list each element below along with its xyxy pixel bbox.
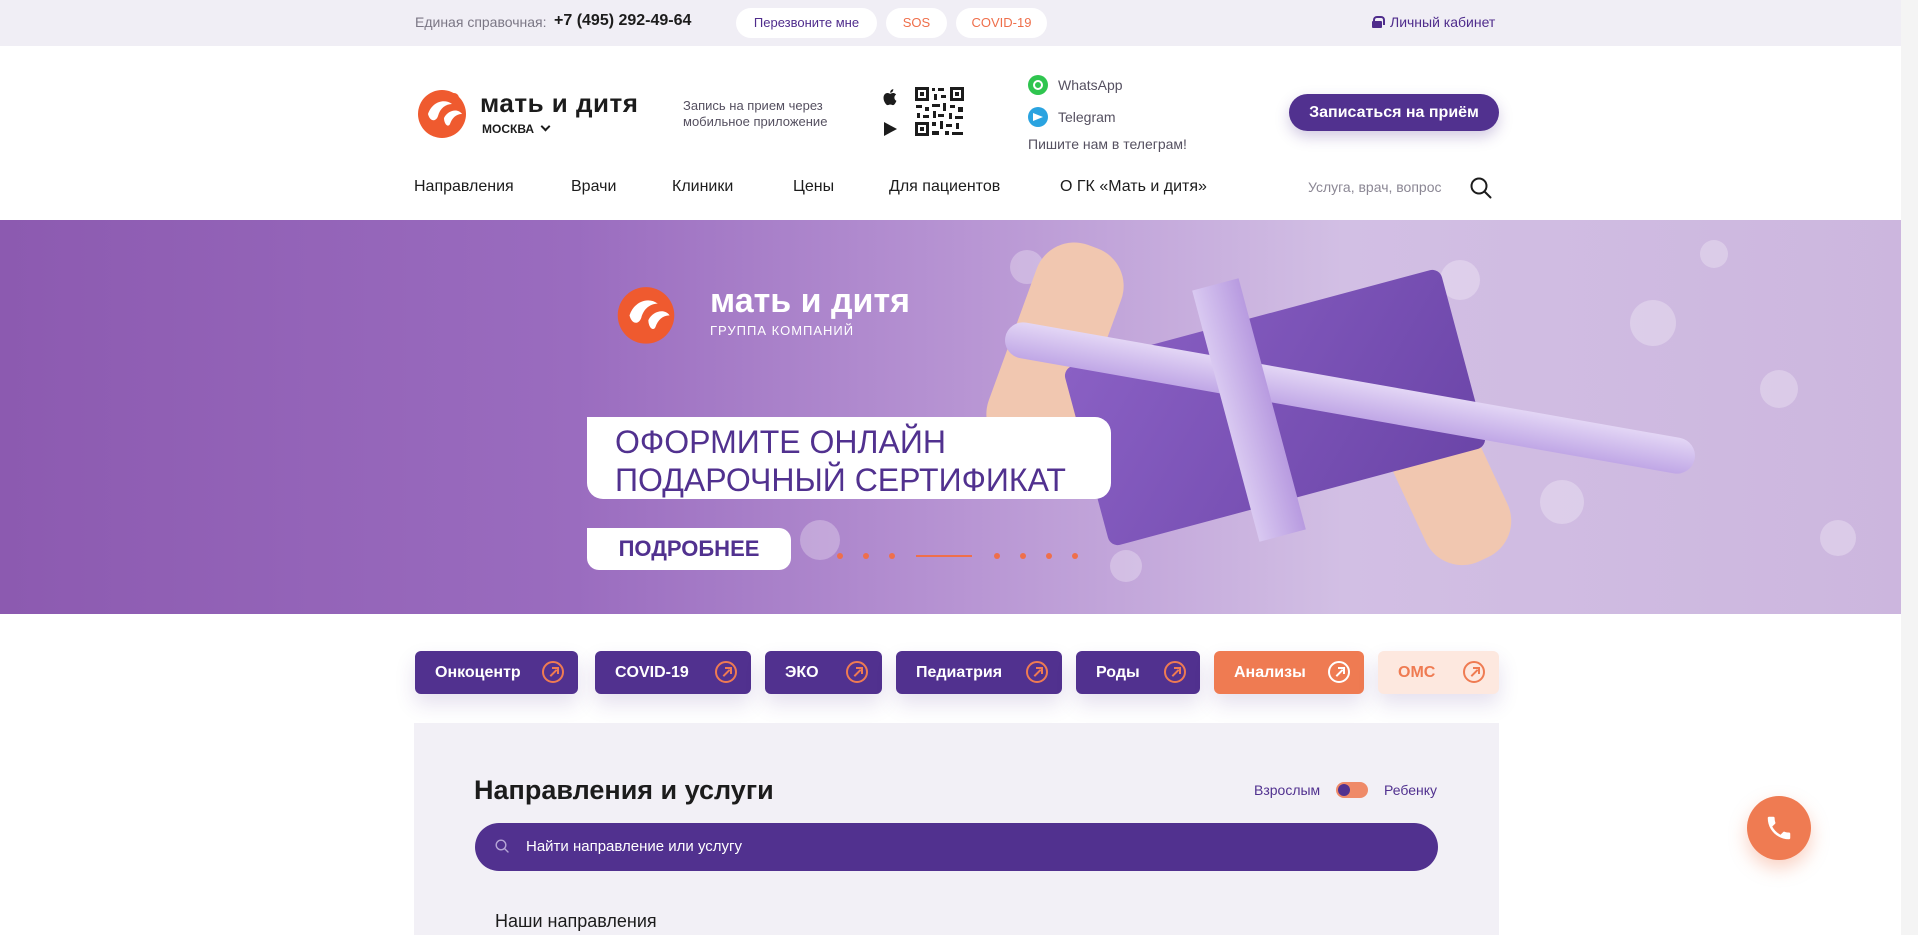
category-label: ОМС [1398, 664, 1436, 681]
banner-logo-subtitle: ГРУППА КОМПАНИЙ [710, 323, 855, 338]
phone-icon [1767, 816, 1791, 840]
toggle-adult-label[interactable]: Взрослым [1254, 782, 1320, 798]
category-births-button[interactable]: Роды [1076, 651, 1200, 694]
directions-subtitle: Наши направления [495, 911, 657, 931]
arrow-up-right-icon [846, 661, 868, 683]
whatsapp-label: WhatsApp [1058, 77, 1123, 93]
category-oms-button[interactable]: ОМС [1378, 651, 1499, 694]
confetti-decoration [1540, 480, 1584, 524]
slider-dot[interactable] [837, 553, 843, 559]
banner-logo-icon [617, 287, 675, 344]
app-promo-text: Запись на прием через мобильное приложен… [683, 98, 828, 129]
slider-dot[interactable] [1020, 553, 1026, 559]
logo-text: мать и дитя [480, 88, 639, 118]
call-button[interactable] [1747, 796, 1811, 860]
category-covid-button[interactable]: COVID-19 [595, 651, 751, 694]
whatsapp-icon [1028, 75, 1048, 95]
audience-toggle[interactable] [1336, 782, 1368, 798]
page: Единая справочная: +7 (495) 292-49-64 Пе… [0, 0, 1918, 935]
category-eco-button[interactable]: ЭКО [765, 651, 882, 694]
nav-item-directions[interactable]: Направления [414, 178, 514, 196]
hotline-phone[interactable]: +7 (495) 292-49-64 [554, 12, 691, 30]
scrollbar[interactable] [1901, 0, 1918, 935]
lock-icon [1372, 16, 1385, 28]
confetti-decoration [1760, 370, 1798, 408]
arrow-up-right-icon [1463, 661, 1485, 683]
category-oncocenter-button[interactable]: Онкоцентр [415, 651, 578, 694]
arrow-up-right-icon [1026, 661, 1048, 683]
telegram-link[interactable]: Telegram [1028, 107, 1116, 127]
whatsapp-link[interactable]: WhatsApp [1028, 75, 1123, 95]
category-label: COVID-19 [615, 664, 689, 681]
promo-banner[interactable]: мать и дитя ГРУППА КОМПАНИЙ ОФОРМИТЕ ОНЛ… [0, 220, 1918, 614]
confetti-decoration [800, 520, 840, 560]
banner-title-line: ПОДАРОЧНЫЙ СЕРТИФИКАТ [615, 462, 1066, 498]
nav-item-prices[interactable]: Цены [793, 178, 834, 196]
arrow-up-right-icon [715, 661, 737, 683]
category-analyses-button[interactable]: Анализы [1214, 651, 1364, 694]
category-label: Педиатрия [916, 664, 1003, 681]
nav-item-patients[interactable]: Для пациентов [889, 178, 1000, 196]
telegram-label: Telegram [1058, 109, 1116, 125]
covid-button[interactable]: COVID-19 [956, 8, 1047, 38]
personal-cabinet-link[interactable]: Личный кабинет [1372, 14, 1495, 30]
logo-mark-icon [418, 90, 466, 138]
telegram-icon [1028, 107, 1048, 127]
city-selector[interactable]: МОСКВА [482, 121, 551, 136]
chevron-down-icon [540, 121, 551, 132]
nav-item-clinics[interactable]: Клиники [672, 178, 733, 196]
category-pediatrics-button[interactable]: Педиатрия [896, 651, 1062, 694]
section-title: Направления и услуги [474, 775, 774, 805]
search-icon[interactable] [1470, 177, 1492, 199]
banner-title: ОФОРМИТЕ ОНЛАЙН ПОДАРОЧНЫЙ СЕРТИФИКАТ [587, 417, 1111, 499]
toggle-knob [1338, 784, 1350, 796]
nav-item-doctors[interactable]: Врачи [571, 178, 616, 196]
header-search-input[interactable]: Услуга, врач, вопрос [1308, 179, 1442, 195]
banner-logo-text: мать и дитя [710, 282, 910, 320]
banner-title-line: ОФОРМИТЕ ОНЛАЙН [615, 424, 946, 460]
qr-code-icon [914, 86, 965, 137]
slider-dot[interactable] [994, 553, 1000, 559]
confetti-decoration [1700, 240, 1728, 268]
header: мать и дитя МОСКВА Запись на прием через… [0, 46, 1918, 220]
hotline-label: Единая справочная: [415, 14, 547, 30]
city-label: МОСКВА [482, 122, 535, 136]
slider-dot[interactable] [889, 553, 895, 559]
book-appointment-button[interactable]: Записаться на приём [1289, 94, 1499, 131]
toggle-child-label[interactable]: Ребенку [1384, 782, 1437, 798]
confetti-decoration [1630, 300, 1676, 346]
directions-search-input[interactable]: Найти направление или услугу [475, 823, 1438, 871]
personal-cabinet-label: Личный кабинет [1390, 14, 1496, 30]
sos-button[interactable]: SOS [886, 8, 947, 38]
top-bar: Единая справочная: +7 (495) 292-49-64 Пе… [0, 0, 1918, 46]
logo[interactable]: мать и дитя МОСКВА [414, 84, 638, 144]
telegram-note: Пишите нам в телеграм! [1028, 136, 1187, 152]
slider-dot[interactable] [1046, 553, 1052, 559]
directions-section: Направления и услуги Взрослым Ребенку На… [414, 723, 1499, 935]
callback-button[interactable]: Перезвоните мне [736, 8, 877, 38]
banner-more-button[interactable]: ПОДРОБНЕЕ [587, 528, 791, 570]
arrow-up-right-icon [542, 661, 564, 683]
category-label: Онкоцентр [435, 664, 521, 681]
slider-dot[interactable] [1072, 553, 1078, 559]
slider-dot[interactable] [863, 553, 869, 559]
apple-icon[interactable] [882, 88, 897, 106]
slider-dot-active[interactable] [916, 555, 972, 557]
arrow-up-right-icon [1328, 661, 1350, 683]
google-play-icon[interactable] [884, 122, 897, 136]
confetti-decoration [1110, 550, 1142, 582]
directions-search-placeholder: Найти направление или услугу [526, 838, 743, 855]
arrow-up-right-icon [1164, 661, 1186, 683]
search-icon [495, 839, 509, 853]
category-label: Роды [1096, 664, 1140, 681]
nav-item-about[interactable]: О ГК «Мать и дитя» [1060, 178, 1207, 196]
category-label: ЭКО [785, 664, 819, 681]
category-label: Анализы [1234, 664, 1306, 681]
confetti-decoration [1820, 520, 1856, 556]
